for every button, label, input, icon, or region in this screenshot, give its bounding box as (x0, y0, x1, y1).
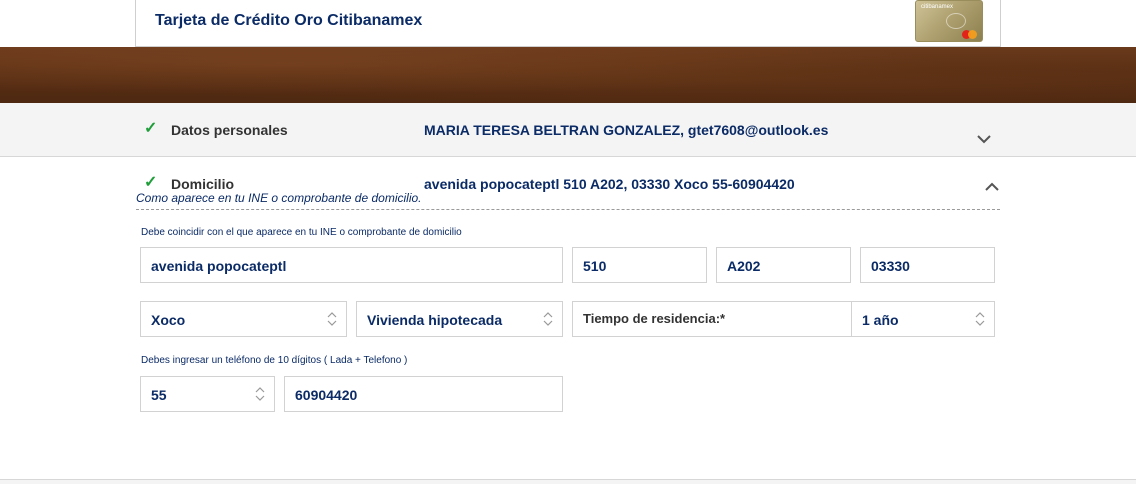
address-note: Como aparece en tu INE o comprobante de … (136, 191, 422, 205)
next-section-edge (0, 480, 1136, 484)
chevron-up-icon[interactable] (984, 181, 1000, 193)
section-address: ✓ Domicilio avenida popocateptl 510 A202… (0, 157, 1136, 480)
phone-hint: Debes ingresar un teléfono de 10 dígitos… (141, 355, 408, 366)
card-brand-logo: citibanamex (921, 4, 954, 10)
header-box: Tarjeta de Crédito Oro Citibanamex citib… (135, 0, 1001, 47)
colonia-select[interactable]: Xoco (140, 301, 347, 337)
housing-type-value: Vivienda hipotecada (367, 312, 503, 328)
residence-time-group[interactable]: Tiempo de residencia:* 1 año (572, 301, 995, 337)
phone-lada-value: 55 (151, 387, 167, 403)
mastercard-logo-orange (968, 30, 977, 39)
residence-time-value: 1 año (862, 312, 899, 328)
phone-lada-select[interactable]: 55 (140, 376, 275, 412)
section-summary-address: avenida popocateptl 510 A202, 03330 Xoco… (424, 176, 795, 192)
check-icon: ✓ (144, 120, 158, 137)
select-arrows-icon (327, 312, 337, 326)
select-arrows-icon (543, 312, 553, 326)
street-input[interactable]: avenida popocateptl (140, 247, 563, 283)
address-hint: Debe coincidir con el que aparece en tu … (141, 227, 462, 238)
phone-number-input[interactable]: 60904420 (284, 376, 563, 412)
colonia-value: Xoco (151, 312, 186, 328)
section-summary-personal: MARIA TERESA BELTRAN GONZALEZ, gtet7608@… (424, 122, 829, 138)
page-title: Tarjeta de Crédito Oro Citibanamex (155, 12, 423, 29)
select-arrows-icon (255, 387, 265, 401)
select-arrows-icon (975, 312, 985, 326)
field-divider (851, 302, 852, 336)
dashed-divider (136, 209, 1000, 210)
residence-time-label: Tiempo de residencia:* (583, 311, 726, 326)
ext-number-input[interactable]: 510 (572, 247, 707, 283)
int-number-value: A202 (727, 258, 761, 274)
postal-code-value: 03330 (871, 258, 910, 274)
section-label-personal: Datos personales (171, 122, 288, 138)
credit-card-image: citibanamex (915, 0, 983, 42)
postal-code-input[interactable]: 03330 (860, 247, 995, 283)
section-label-address: Domicilio (171, 176, 235, 192)
card-emblem (946, 13, 966, 29)
check-icon: ✓ (144, 174, 158, 191)
hero-banner (0, 47, 1136, 103)
street-value: avenida popocateptl (151, 258, 287, 274)
int-number-input[interactable]: A202 (716, 247, 851, 283)
page-header: Tarjeta de Crédito Oro Citibanamex citib… (0, 0, 1136, 47)
ext-number-value: 510 (583, 258, 607, 274)
phone-number-value: 60904420 (295, 387, 358, 403)
housing-type-select[interactable]: Vivienda hipotecada (356, 301, 563, 337)
section-personal-data[interactable]: ✓ Datos personales MARIA TERESA BELTRAN … (0, 103, 1136, 157)
chevron-down-icon[interactable] (976, 133, 992, 145)
